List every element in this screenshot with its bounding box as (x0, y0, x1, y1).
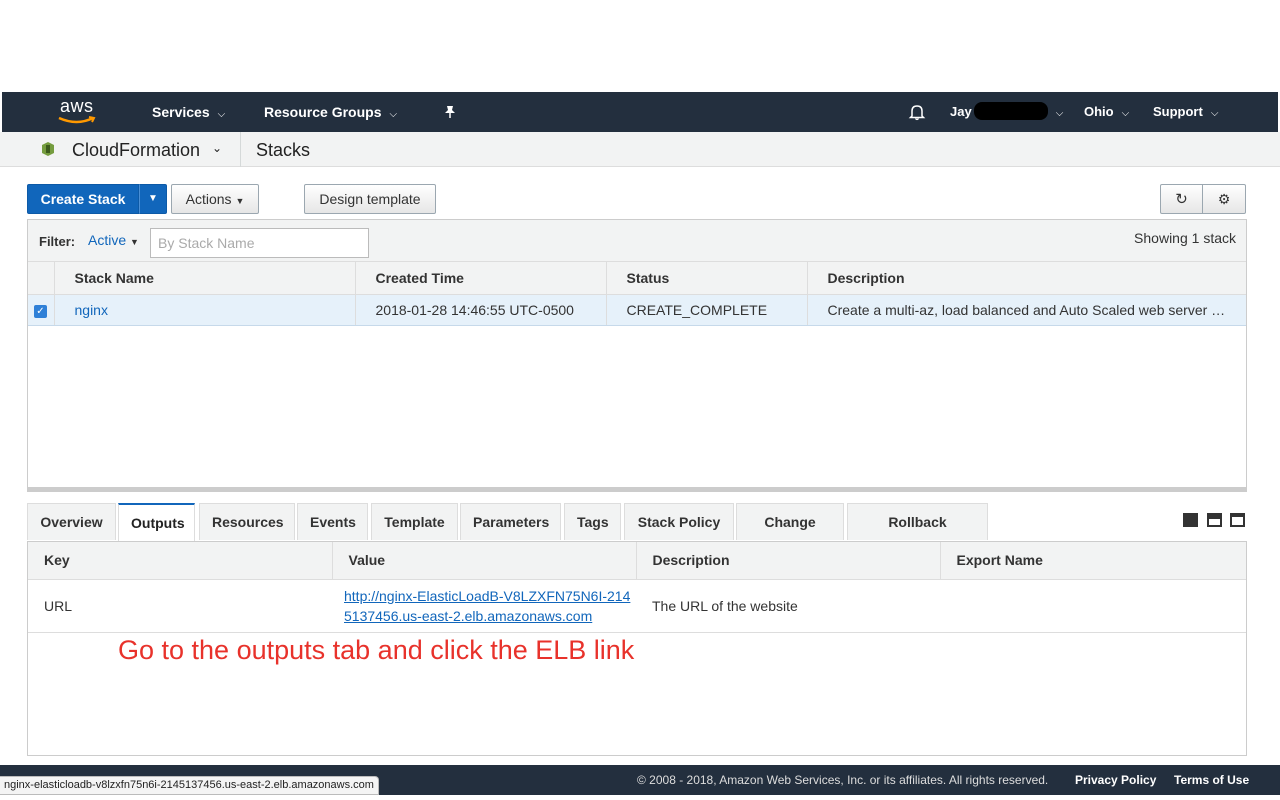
chevron-down-icon: ⌵ (1210, 108, 1219, 119)
cloudformation-icon (42, 142, 54, 156)
chevron-down-icon: ⌵ (1055, 108, 1064, 119)
create-stack-button[interactable]: Create Stack (27, 184, 139, 214)
table-row: URL http://nginx-ElasticLoadB-V8LZXFN75N… (28, 579, 1246, 633)
instruction-annotation: Go to the outputs tab and click the ELB … (118, 635, 635, 665)
services-menu[interactable]: Services ⌵ (152, 92, 225, 132)
stack-name-cell: nginx (54, 294, 356, 326)
column-header-stack-name[interactable]: Stack Name (54, 262, 356, 295)
column-header-value[interactable]: Value (332, 542, 637, 580)
resource-groups-menu[interactable]: Resource Groups ⌵ (264, 92, 397, 132)
tab-parameters[interactable]: Parameters (460, 503, 561, 540)
service-header: CloudFormation ⌄ Stacks (0, 132, 1280, 167)
redacted-username (974, 102, 1048, 120)
region-label: Ohio (1084, 104, 1114, 119)
caret-down-icon: ▼ (148, 193, 158, 204)
row-checkbox[interactable]: ✓ (34, 305, 47, 318)
filter-value: Active (88, 232, 127, 248)
column-header-key[interactable]: Key (28, 542, 333, 580)
tab-resources[interactable]: Resources (199, 503, 295, 540)
chevron-down-icon: ⌵ (1121, 108, 1130, 119)
panel-layout-controls (1183, 513, 1247, 527)
settings-button[interactable]: ⚙ (1203, 184, 1246, 214)
output-description: The URL of the website (636, 579, 940, 633)
chevron-down-icon: ⌵ (389, 109, 398, 120)
table-header-row: Stack Name Created Time Status Descripti… (28, 262, 1246, 295)
caret-down-icon: ▼ (130, 237, 139, 247)
divider (240, 132, 241, 167)
refresh-icon: ↻ (1175, 191, 1188, 208)
tab-tags[interactable]: Tags (564, 503, 621, 540)
result-count: Showing 1 stack (1134, 230, 1236, 246)
column-header-created-time[interactable]: Created Time (355, 262, 607, 295)
aws-logo-text: aws (60, 96, 94, 116)
stack-name-link[interactable]: nginx (75, 302, 108, 318)
filter-bar: Filter: Active ▼ Showing 1 stack (28, 220, 1246, 262)
actions-label: Actions (185, 191, 232, 207)
design-template-button[interactable]: Design template (304, 184, 436, 214)
stack-list-panel: Filter: Active ▼ Showing 1 stack Stack N… (27, 219, 1247, 492)
terms-of-use-link[interactable]: Terms of Use (1174, 773, 1249, 787)
refresh-button[interactable]: ↻ (1160, 184, 1203, 214)
top-nav-bar: aws Services ⌵ Resource Groups ⌵ Jay ⌵ Ohio… (2, 92, 1278, 132)
row-select-cell: ✓ (28, 294, 55, 326)
page-title: Stacks (256, 140, 311, 160)
bell-icon[interactable] (908, 103, 926, 121)
description-cell: Create a multi-az, load balanced and Aut… (807, 294, 1246, 326)
layout-top-icon[interactable] (1230, 513, 1245, 527)
services-label: Services (152, 104, 210, 120)
tab-rollback-triggers[interactable]: Rollback Triggers (847, 503, 988, 566)
column-header-status[interactable]: Status (606, 262, 808, 295)
caret-down-icon: ▼ (235, 196, 245, 206)
tab-overview[interactable]: Overview (27, 503, 116, 540)
pin-icon[interactable] (442, 104, 458, 120)
created-time-cell: 2018-01-28 14:46:55 UTC-0500 (355, 294, 607, 326)
output-export-name (940, 579, 1246, 633)
output-value-cell: http://nginx-ElasticLoadB-V8LZXFN75N6I-2… (332, 579, 636, 633)
browser-status-bar-url: nginx-elasticloadb-v8lzxfn75n6i-21451374… (0, 776, 379, 795)
filter-dropdown[interactable]: Active ▼ (88, 232, 139, 248)
copyright-text: © 2008 - 2018, Amazon Web Services, Inc.… (637, 773, 1049, 787)
tab-template[interactable]: Template (371, 503, 458, 540)
table-row[interactable]: ✓ nginx 2018-01-28 14:46:55 UTC-0500 CRE… (28, 294, 1246, 326)
select-column-header (28, 262, 55, 295)
gear-icon: ⚙ (1217, 191, 1231, 207)
service-name[interactable]: CloudFormation (72, 140, 200, 161)
user-name: Jay (950, 104, 972, 119)
support-menu[interactable]: Support ⌵ (1153, 92, 1218, 132)
privacy-policy-link[interactable]: Privacy Policy (1075, 773, 1156, 787)
resource-groups-label: Resource Groups (264, 104, 382, 120)
resize-handle[interactable] (27, 487, 1247, 492)
tab-events[interactable]: Events (297, 503, 368, 540)
tab-change-sets[interactable]: Change Sets (736, 503, 844, 566)
stack-name-filter-input[interactable] (150, 228, 369, 258)
create-stack-dropdown-button[interactable]: ▼ (139, 184, 167, 214)
layout-split-icon[interactable] (1207, 513, 1222, 527)
tab-stack-policy[interactable]: Stack Policy (624, 503, 734, 540)
actions-button[interactable]: Actions ▼ (171, 184, 259, 214)
table-header-row: Key Value Description Export Name (28, 542, 1246, 580)
column-header-description[interactable]: Description (807, 262, 1246, 295)
elb-url-link[interactable]: http://nginx-ElasticLoadB-V8LZXFN75N6I-2… (344, 586, 634, 626)
aws-smile-icon (58, 116, 96, 124)
layout-bottom-icon[interactable] (1183, 513, 1198, 527)
status-cell: CREATE_COMPLETE (606, 294, 808, 326)
region-menu[interactable]: Ohio ⌵ (1084, 92, 1129, 132)
support-label: Support (1153, 104, 1203, 119)
column-header-export-name[interactable]: Export Name (940, 542, 1246, 580)
tab-outputs[interactable]: Outputs (118, 503, 195, 542)
aws-logo[interactable]: aws (57, 96, 105, 128)
output-key: URL (28, 579, 332, 633)
outputs-table: Key Value Description Export Name URL ht… (28, 542, 1246, 633)
column-header-description[interactable]: Description (636, 542, 941, 580)
filter-label: Filter: (39, 234, 76, 249)
chevron-down-icon: ⌵ (217, 109, 226, 120)
stack-table: Stack Name Created Time Status Descripti… (28, 262, 1246, 326)
chevron-down-icon[interactable]: ⌄ (212, 141, 222, 155)
